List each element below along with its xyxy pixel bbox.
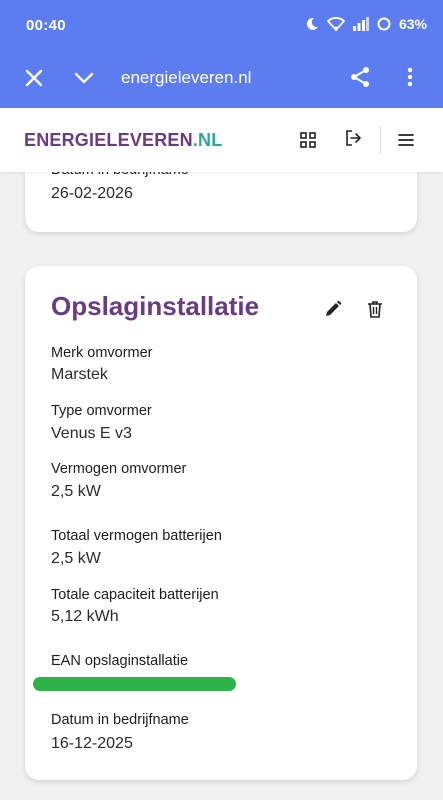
app-header: ENERGIELEVEREN.NL	[0, 108, 443, 172]
delete-icon[interactable]	[365, 299, 385, 319]
header-divider	[380, 126, 381, 154]
logout-icon[interactable]	[343, 128, 363, 148]
type-omvormer-value: Venus E v3	[51, 425, 132, 442]
vermogen-omvormer-label: Vermogen omvormer	[51, 461, 187, 477]
site-logo[interactable]: ENERGIELEVEREN.NL	[24, 130, 222, 151]
battery-percentage: 63%	[398, 16, 427, 32]
status-icons: 63%	[305, 16, 427, 32]
battery-icon	[377, 17, 391, 31]
status-bar: 00:40 63%	[0, 0, 443, 52]
datum-bedrijfname-value: 16-12-2025	[51, 735, 133, 752]
field-value: 26-02-2026	[51, 185, 133, 202]
close-icon[interactable]	[22, 66, 46, 90]
vermogen-omvormer-value: 2,5 kW	[51, 483, 101, 500]
totale-capaciteit-value: 5,12 kWh	[51, 608, 119, 625]
wifi-icon	[326, 17, 345, 31]
storage-installation-card: Opslaginstallatie Merk omvormer Marstek …	[25, 266, 417, 780]
totaal-vermogen-label: Totaal vermogen batterijen	[51, 528, 222, 544]
moon-icon	[306, 17, 318, 30]
card-title: Opslaginstallatie	[51, 291, 260, 321]
browser-toolbar: energieleveren.nl	[0, 52, 443, 108]
datum-bedrijfname-label: Datum in bedrijfname	[51, 712, 189, 728]
status-time: 00:40	[26, 17, 66, 34]
chevron-down-icon[interactable]	[72, 66, 96, 90]
merk-omvormer-value: Marstek	[51, 366, 108, 383]
edit-icon[interactable]	[323, 299, 343, 319]
more-options-icon[interactable]	[402, 65, 418, 89]
type-omvormer-label: Type omvormer	[51, 403, 152, 419]
ean-redaction-bar	[33, 677, 236, 691]
totaal-vermogen-value: 2,5 kW	[51, 550, 101, 567]
merk-omvormer-label: Merk omvormer	[51, 345, 153, 361]
grid-icon[interactable]	[298, 130, 318, 150]
share-icon[interactable]	[348, 65, 372, 89]
signal-icon	[352, 17, 369, 31]
hamburger-menu-icon[interactable]	[396, 130, 416, 150]
totale-capaciteit-label: Totale capaciteit batterijen	[51, 587, 219, 603]
url-display[interactable]: energieleveren.nl	[121, 68, 251, 88]
ean-label: EAN opslaginstallatie	[51, 653, 189, 669]
